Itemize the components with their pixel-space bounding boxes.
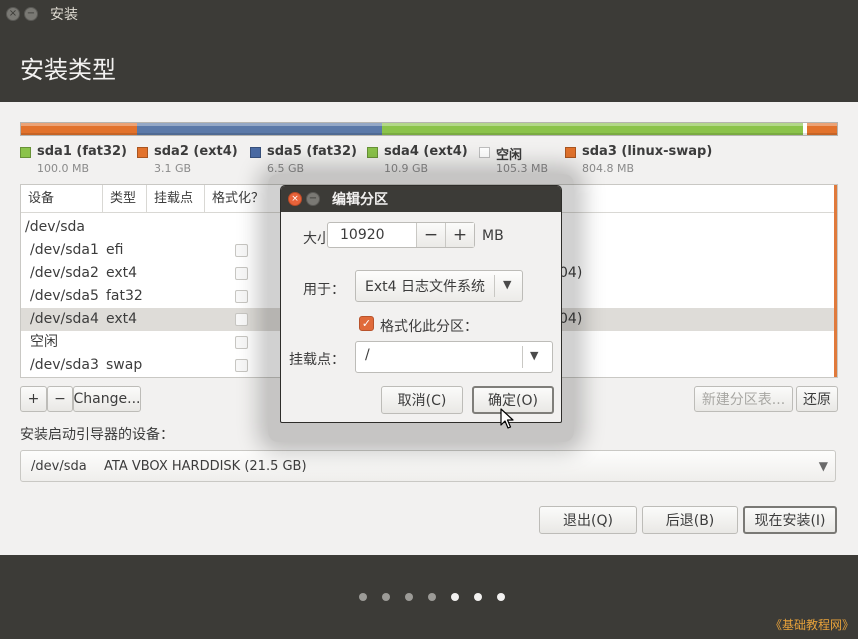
format-row-checkbox[interactable] [235, 267, 248, 280]
legend-swatch [137, 147, 148, 158]
mount-point-value: / [365, 347, 370, 363]
row-device: /dev/sda2 [30, 265, 99, 281]
step-dot [359, 593, 367, 601]
column-header-type[interactable]: 类型 [103, 185, 147, 213]
combo-separator [494, 275, 495, 297]
partition-bar-segment [21, 123, 137, 135]
change-partition-button[interactable]: Change... [73, 386, 141, 412]
size-unit: MB [482, 228, 504, 244]
partition-bar [20, 122, 838, 136]
step-dot [382, 593, 390, 601]
legend-swatch [250, 147, 261, 158]
row-device: /dev/sda [25, 219, 85, 235]
format-row-checkbox[interactable] [235, 313, 248, 326]
legend-size: 100.0 MB [37, 162, 90, 175]
format-label: 格式化此分区： [380, 319, 478, 335]
row-type: swap [106, 357, 143, 373]
partition-legend: sda1 (fat32) 100.0 MB sda2 (ext4) 3.1 GB… [20, 144, 840, 176]
legend-name: sda1 (fat32) [37, 144, 128, 159]
row-device: /dev/sda3 [30, 357, 99, 373]
dialog-titlebar: × − 编辑分区 [281, 186, 561, 212]
legend-name: 空闲 [496, 148, 523, 163]
legend-name: sda2 (ext4) [154, 144, 238, 159]
use-as-value: Ext4 日志文件系统 [365, 279, 485, 295]
column-header-device[interactable]: 设备 [21, 185, 103, 213]
back-button[interactable]: 后退(B) [642, 506, 738, 534]
legend-swatch [367, 147, 378, 158]
row-device: /dev/sda5 [30, 288, 99, 304]
close-window-icon[interactable]: × [6, 7, 20, 21]
step-dot [428, 593, 436, 601]
chevron-down-icon: ▼ [530, 349, 539, 362]
chevron-down-icon: ▼ [503, 278, 512, 291]
row-type: ext4 [106, 265, 138, 281]
progress-footer: 《基础教程网》 [0, 555, 858, 639]
format-row-checkbox[interactable] [235, 336, 248, 349]
legend-size: 3.1 GB [154, 162, 192, 175]
use-as-select[interactable]: Ext4 日志文件系统 ▼ [355, 270, 523, 302]
chevron-down-icon: ▼ [818, 459, 828, 473]
add-partition-button[interactable]: + [20, 386, 47, 412]
page-title: 安装类型 [20, 56, 116, 84]
partition-bar-segment [806, 123, 837, 135]
row-type: ext4 [106, 311, 138, 327]
mount-point-label: 挂载点： [289, 352, 345, 368]
close-icon[interactable]: × [288, 192, 302, 206]
dialog-title: 编辑分区 [332, 192, 388, 208]
row-device: /dev/sda4 [30, 311, 99, 327]
legend-swatch [565, 147, 576, 158]
boot-device-description: ATA VBOX HARDDISK (21.5 GB) [104, 459, 307, 474]
step-dot [474, 593, 482, 601]
window-title: 安装 [50, 7, 78, 23]
legend-name: sda3 (linux-swap) [582, 144, 713, 159]
step-dot [405, 593, 413, 601]
window-titlebar: × − 安装 [0, 0, 858, 28]
step-dot [451, 593, 459, 601]
watermark: 《基础教程网》 [770, 618, 855, 632]
size-value: 10920 [340, 227, 385, 243]
row-device: 空闲 [30, 334, 58, 350]
edit-partition-dialog: × − 编辑分区 大小： 10920 − + MB 用于： Ext4 日志文件系… [280, 185, 562, 423]
partition-bar-segment [381, 123, 803, 135]
install-now-button[interactable]: 现在安装(I) [743, 506, 837, 534]
legend-swatch [20, 147, 31, 158]
size-stepper[interactable]: 10920 − + [327, 222, 475, 248]
row-type: efi [106, 242, 124, 258]
use-as-label: 用于： [303, 282, 345, 298]
minimize-icon[interactable]: − [306, 192, 320, 206]
format-row-checkbox[interactable] [235, 290, 248, 303]
combo-separator [522, 346, 523, 368]
cancel-button[interactable]: 取消(C) [381, 386, 463, 414]
boot-device-path: /dev/sda [31, 459, 87, 474]
partition-bar-segment [136, 123, 382, 135]
row-device: /dev/sda1 [30, 242, 99, 258]
legend-name: sda4 (ext4) [384, 144, 468, 159]
revert-button[interactable]: 还原 [796, 386, 838, 412]
boot-device-select[interactable]: /dev/sda ATA VBOX HARDDISK (21.5 GB) ▼ [20, 450, 836, 482]
legend-swatch [479, 147, 490, 158]
mount-point-input[interactable]: / ▼ [355, 341, 553, 373]
minimize-window-icon[interactable]: − [24, 7, 38, 21]
row-type: fat32 [106, 288, 143, 304]
column-header-format[interactable]: 格式化？ [205, 185, 275, 213]
increase-size-button[interactable]: + [445, 223, 474, 247]
decrease-size-button[interactable]: − [416, 223, 445, 247]
new-partition-table-button[interactable]: 新建分区表... [694, 386, 793, 412]
format-row-checkbox[interactable] [235, 244, 248, 257]
boot-device-label: 安装启动引导器的设备： [20, 427, 174, 443]
mouse-cursor-icon [500, 408, 514, 429]
page-header: 安装类型 [0, 28, 858, 102]
column-header-mount[interactable]: 挂载点 [147, 185, 205, 213]
format-checkbox[interactable]: ✓ [359, 316, 374, 331]
format-row-checkbox[interactable] [235, 359, 248, 372]
legend-size: 804.8 MB [582, 162, 635, 175]
remove-partition-button[interactable]: − [47, 386, 73, 412]
table-scrollbar[interactable] [834, 185, 837, 377]
quit-button[interactable]: 退出(Q) [539, 506, 637, 534]
legend-name: sda5 (fat32) [267, 144, 358, 159]
step-dot [497, 593, 505, 601]
